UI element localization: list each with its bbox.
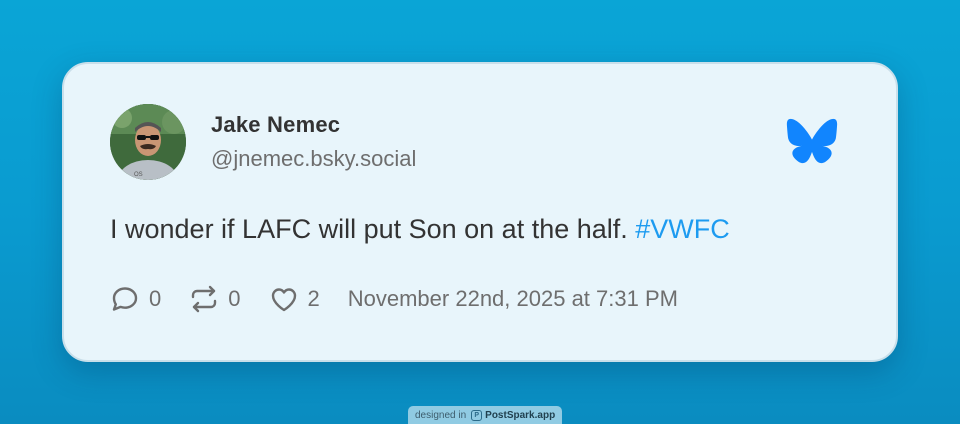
repost-arrows-icon <box>189 284 219 314</box>
heart-icon <box>269 284 299 314</box>
repost-count: 0 <box>228 286 241 311</box>
post-text: I wonder if LAFC will put Son on at the … <box>110 214 730 245</box>
avatar[interactable]: OS <box>110 104 186 180</box>
reply-button[interactable]: 0 <box>110 284 161 314</box>
author-name[interactable]: Jake Nemec <box>211 112 340 138</box>
bluesky-butterfly-icon[interactable] <box>786 118 838 164</box>
like-count: 2 <box>307 286 320 311</box>
post-timestamp[interactable]: November 22nd, 2025 at 7:31 PM <box>348 286 678 312</box>
svg-text:OS: OS <box>134 172 143 178</box>
watermark-prefix: designed in <box>415 409 467 421</box>
like-button[interactable]: 2 <box>269 284 320 314</box>
author-handle[interactable]: @jnemec.bsky.social <box>211 146 416 172</box>
watermark-brand: PostSpark.app <box>485 409 556 421</box>
repost-button[interactable]: 0 <box>189 284 241 314</box>
speech-bubble-icon <box>110 284 140 314</box>
post-card: OS Jake Nemec @jnemec.bsky.social I wond… <box>62 62 898 362</box>
post-actions: 0 0 2 November 22nd, 2025 at 7:31 PM <box>110 282 678 316</box>
reply-count: 0 <box>149 286 162 311</box>
avatar-image: OS <box>110 104 186 180</box>
post-body: I wonder if LAFC will put Son on at the … <box>110 214 636 244</box>
hashtag-link[interactable]: #VWFC <box>635 214 730 244</box>
postspark-logo-icon: P <box>471 409 483 421</box>
postspark-watermark[interactable]: designed in P PostSpark.app <box>408 406 563 424</box>
